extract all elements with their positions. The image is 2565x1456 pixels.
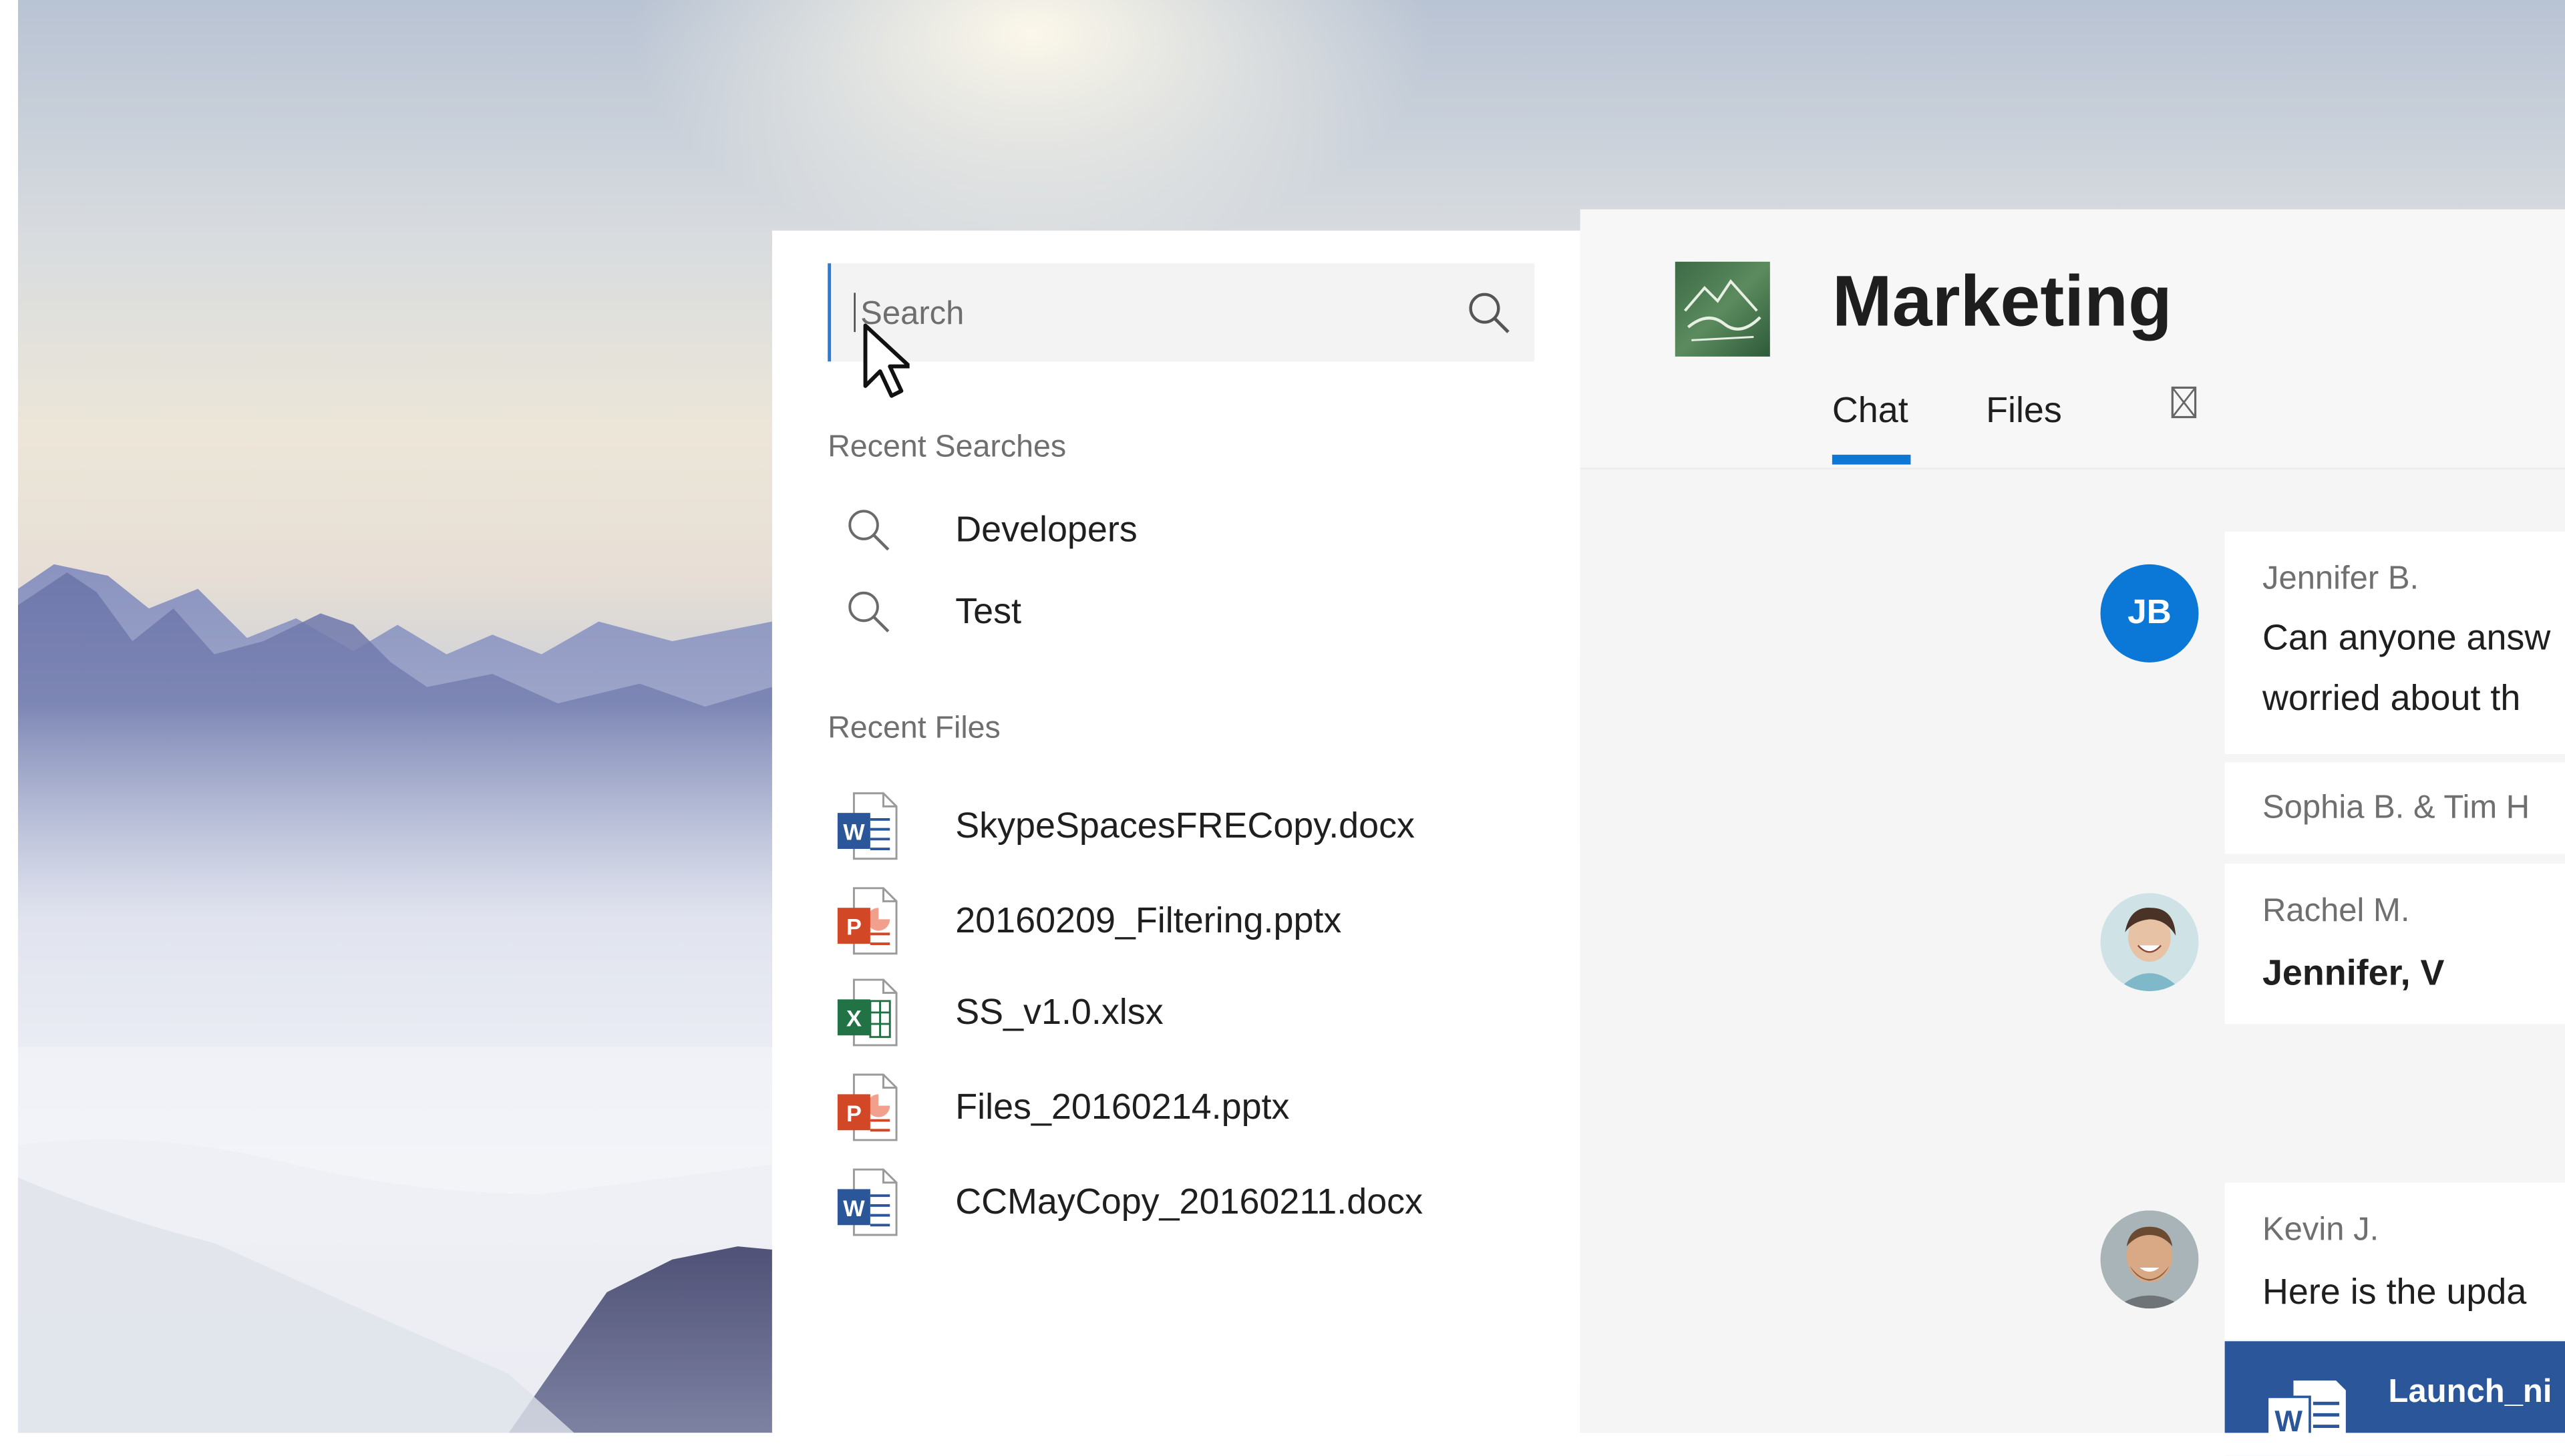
- channel-header: Marketing Chat Files: [1580, 209, 2565, 470]
- svg-text:W: W: [843, 820, 865, 846]
- svg-text:X: X: [846, 1007, 862, 1032]
- message-author: Kevin J.: [2262, 1212, 2379, 1248]
- excel-doc-icon: X: [837, 978, 898, 1047]
- file-name: Files_20160214.pptx: [955, 1086, 1290, 1127]
- message-card[interactable]: Sophia B. & Tim H: [2224, 762, 2565, 854]
- message-text: Jennifer, V: [2262, 952, 2445, 993]
- recent-file-item[interactable]: X SS_v1.0.xlsx: [828, 970, 1531, 1055]
- window-edge: [0, 1433, 2565, 1456]
- search-icon: [848, 591, 890, 632]
- recent-search-text: Test: [955, 590, 1022, 632]
- message-author: Sophia B. & Tim H: [2262, 789, 2530, 826]
- powerpoint-doc-icon: P: [837, 1073, 898, 1141]
- recent-search-item[interactable]: Developers: [828, 492, 1531, 568]
- search-icon: [848, 510, 890, 551]
- avatar-photo: [2100, 1210, 2199, 1309]
- file-name: SS_v1.0.xlsx: [955, 991, 1164, 1033]
- tab-files[interactable]: Files: [1986, 389, 2062, 432]
- recent-searches-heading: Recent Searches: [828, 430, 1067, 465]
- message-card[interactable]: Jennifer B. Can anyone answ worried abou…: [2224, 531, 2565, 754]
- powerpoint-doc-icon: P: [837, 887, 898, 955]
- recent-file-item[interactable]: W CCMayCopy_20160211.docx: [828, 1159, 1531, 1244]
- svg-text:P: P: [846, 915, 862, 940]
- svg-text:P: P: [846, 1101, 862, 1127]
- app-scene: Recent Searches Developers Test Recent F…: [0, 0, 2565, 1456]
- recent-file-item[interactable]: W SkypeSpacesFRECopy.docx: [828, 783, 1531, 868]
- recent-search-text: Developers: [955, 508, 1138, 550]
- svg-text:W: W: [843, 1196, 865, 1222]
- message-author: Jennifer B.: [2262, 561, 2419, 597]
- channel-title: Marketing: [1832, 261, 2172, 342]
- message-text: worried about th: [2262, 677, 2521, 719]
- word-doc-icon: W: [837, 1168, 898, 1236]
- channel-pane: Marketing Chat Files JB Jennifer B. Can …: [1580, 209, 2565, 1456]
- team-logo[interactable]: [1675, 261, 1770, 357]
- file-name: 20160209_Filtering.pptx: [955, 899, 1342, 941]
- mouse-cursor-icon: [863, 323, 910, 398]
- message-text: Here is the upda: [2262, 1270, 2527, 1312]
- broken-image-icon[interactable]: [2171, 386, 2197, 419]
- avatar[interactable]: [2100, 1210, 2199, 1309]
- avatar[interactable]: [2100, 893, 2199, 992]
- file-name: SkypeSpacesFRECopy.docx: [955, 804, 1415, 846]
- recent-files-heading: Recent Files: [828, 711, 1001, 746]
- search-pane: Recent Searches Developers Test Recent F…: [772, 230, 1580, 1456]
- message-text: Can anyone answ: [2262, 616, 2551, 658]
- search-input[interactable]: [857, 286, 1453, 342]
- word-doc-icon: W: [837, 792, 898, 860]
- attachment-name: Launch_ni: [2388, 1374, 2552, 1411]
- message-card[interactable]: Rachel M. Jennifer, V: [2224, 864, 2565, 1025]
- window-edge: [0, 0, 18, 1456]
- search-box[interactable]: [828, 263, 1535, 362]
- search-icon[interactable]: [1466, 289, 1512, 335]
- active-tab-indicator: [1832, 454, 1911, 465]
- team-logo-image: [1683, 279, 1761, 341]
- avatar-photo: [2100, 893, 2199, 992]
- text-caret: [854, 293, 856, 333]
- message-card[interactable]: Kevin J. Here is the upda: [2224, 1182, 2565, 1340]
- recent-file-item[interactable]: P 20160209_Filtering.pptx: [828, 878, 1531, 963]
- message-author: Rachel M.: [2262, 893, 2410, 930]
- recent-file-item[interactable]: P Files_20160214.pptx: [828, 1065, 1531, 1149]
- recent-search-item[interactable]: Test: [828, 574, 1531, 650]
- tab-chat[interactable]: Chat: [1832, 389, 1908, 432]
- avatar[interactable]: JB: [2100, 564, 2199, 663]
- file-name: CCMayCopy_20160211.docx: [955, 1181, 1423, 1222]
